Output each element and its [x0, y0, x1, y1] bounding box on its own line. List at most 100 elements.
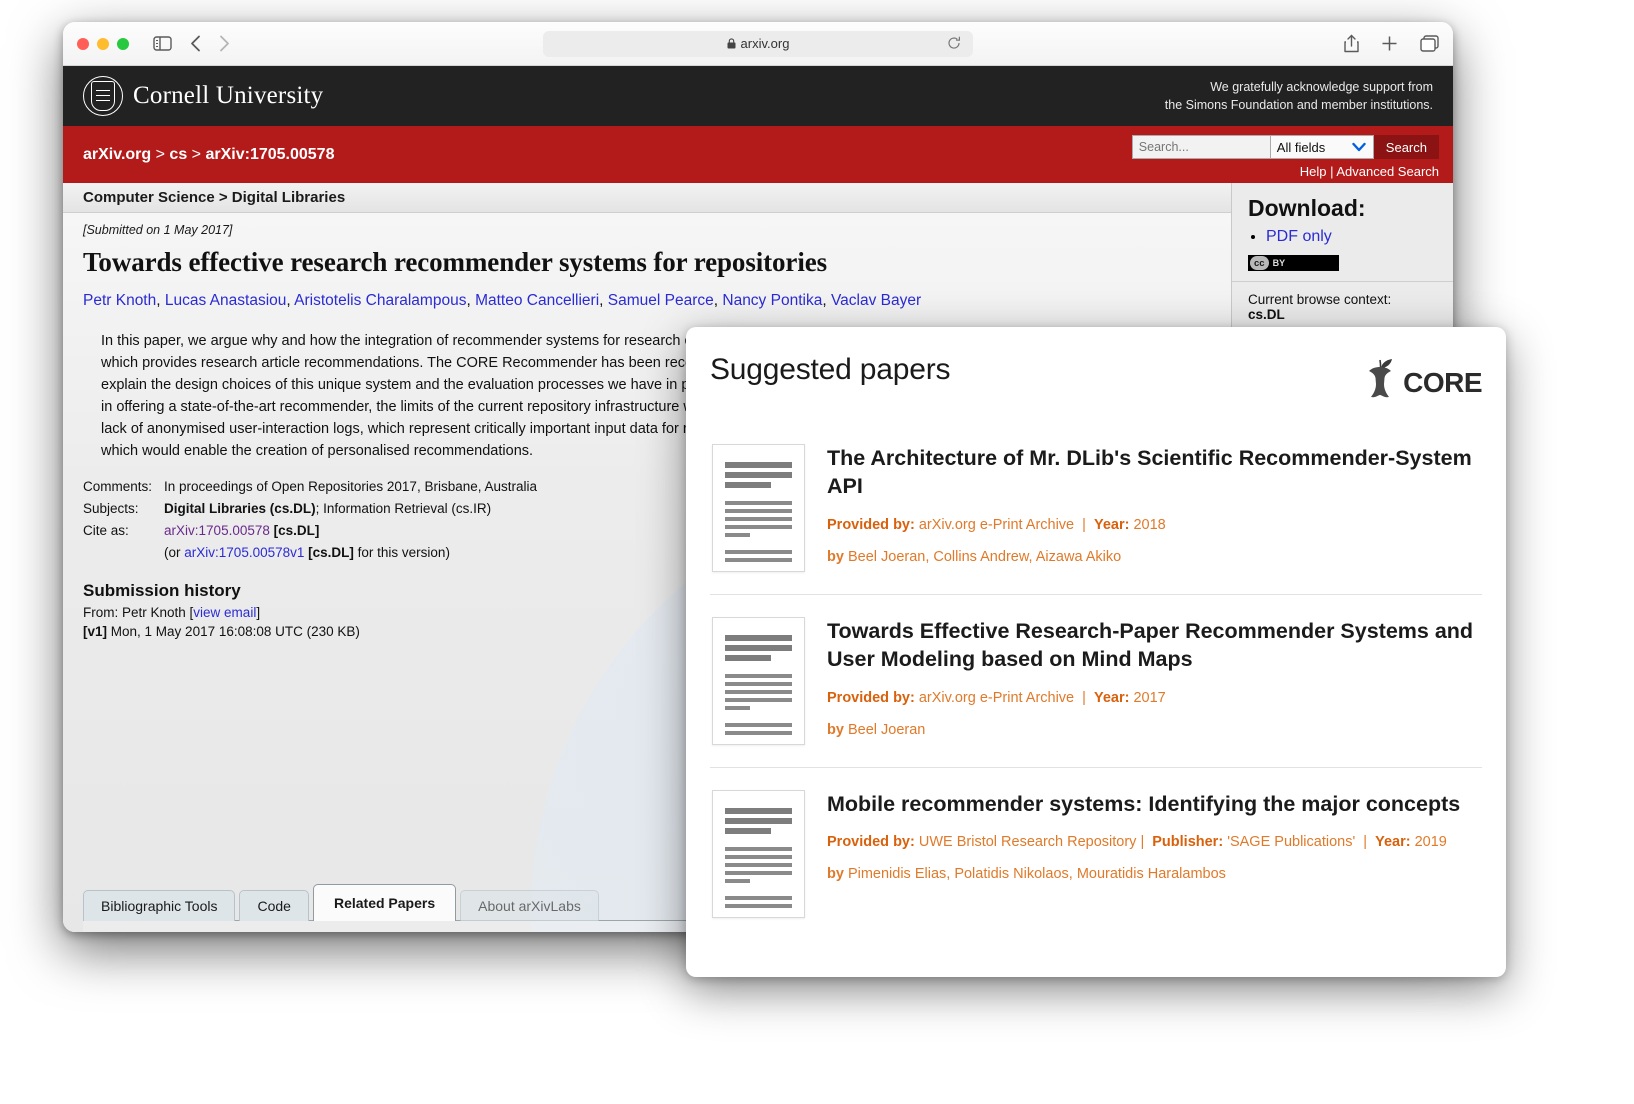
author-link[interactable]: Vaclav Bayer: [831, 292, 921, 309]
breadcrumb: arXiv.org > cs > arXiv:1705.00578: [83, 146, 334, 164]
search-button[interactable]: Search: [1373, 135, 1439, 159]
thumbnail-line: [725, 879, 751, 883]
comments-value: In proceedings of Open Repositories 2017…: [164, 479, 538, 495]
thumbnail-line: [725, 714, 792, 723]
page-title: Towards effective research recommender s…: [83, 247, 828, 277]
from-prefix: From: Petr Knoth [: [83, 604, 194, 620]
license-by-mark: BY: [1272, 258, 1286, 268]
suggested-paper-title[interactable]: The Architecture of Mr. DLib's Scientifi…: [827, 444, 1480, 501]
suggested-paper-authors: by Pimenidis Elias, Polatidis Nikolaos, …: [827, 866, 1480, 882]
provided-by-label: Provided by:: [827, 516, 915, 533]
thumbnail-line: [725, 706, 751, 710]
v1-tag: [v1]: [83, 623, 108, 639]
apple-core-icon: [1359, 357, 1401, 408]
lock-icon: [727, 38, 736, 49]
suggested-paper-item[interactable]: Mobile recommender systems: Identifying …: [710, 767, 1482, 940]
suggested-papers-list: The Architecture of Mr. DLib's Scientifi…: [710, 434, 1482, 940]
pdf-only-link[interactable]: PDF only: [1266, 228, 1332, 245]
author-link[interactable]: Matteo Cancellieri: [475, 292, 599, 309]
thumbnail-line: [725, 501, 792, 505]
authors-value: Beel Joeran, Collins Andrew, Aizawa Akik…: [847, 548, 1122, 565]
author-link[interactable]: Aristotelis Charalampous: [294, 292, 466, 309]
maximize-window-button[interactable]: [117, 37, 129, 50]
view-email-link[interactable]: view email: [193, 605, 256, 620]
cite-alt-category: [cs.DL]: [308, 544, 354, 560]
thumbnail-line: [725, 731, 792, 735]
suggested-paper-title[interactable]: Mobile recommender systems: Identifying …: [827, 790, 1480, 818]
thumbnail-line: [725, 904, 792, 908]
tab-about-arxivlabs[interactable]: About arXivLabs: [460, 890, 599, 921]
core-logo: CORE: [1359, 357, 1482, 408]
author-separator: ,: [466, 292, 476, 309]
author-link[interactable]: Nancy Pontika: [722, 292, 822, 309]
author-link[interactable]: Lucas Anastasiou: [165, 292, 287, 309]
subjects-primary: Digital Libraries (cs.DL): [164, 501, 316, 517]
tab-code[interactable]: Code: [239, 890, 309, 921]
provided-by-value: arXiv.org e-Print Archive: [918, 516, 1075, 533]
window-controls[interactable]: [77, 37, 129, 50]
close-window-button[interactable]: [77, 37, 89, 50]
cite-alt-value: (or arXiv:1705.00578v1 [cs.DL] for this …: [164, 542, 537, 564]
cite-alt-link[interactable]: arXiv:1705.00578v1: [184, 545, 304, 560]
suggested-paper-item[interactable]: The Architecture of Mr. DLib's Scientifi…: [710, 434, 1482, 594]
license-badge[interactable]: cc BY: [1248, 255, 1340, 271]
thumbnail-line: [725, 838, 792, 847]
author-link[interactable]: Samuel Pearce: [608, 292, 714, 309]
suggested-paper-body: The Architecture of Mr. DLib's Scientifi…: [827, 444, 1480, 572]
tab-bibliographic-tools[interactable]: Bibliographic Tools: [83, 890, 236, 921]
breadcrumb-separator-1: >: [155, 145, 170, 163]
forward-arrow-icon[interactable]: [219, 35, 230, 52]
paper-thumbnail-icon: [712, 617, 805, 745]
reload-icon[interactable]: [947, 36, 961, 55]
thumbnail-line: [725, 808, 792, 814]
thumbnail-line: [725, 635, 792, 641]
subjects-value: Digital Libraries (cs.DL); Information R…: [164, 498, 537, 520]
suggested-paper-title[interactable]: Towards Effective Research-Paper Recomme…: [827, 617, 1480, 674]
search-input[interactable]: [1131, 135, 1270, 159]
tab-overview-icon[interactable]: [1420, 35, 1439, 52]
thumbnail-line: [725, 690, 792, 694]
minimize-window-button[interactable]: [97, 37, 109, 50]
by-label: by: [827, 866, 844, 883]
cite-category: [cs.DL]: [273, 522, 320, 538]
back-arrow-icon[interactable]: [190, 35, 201, 52]
publisher-label: Publisher:: [1152, 834, 1224, 851]
comments-label: Comments:: [83, 479, 153, 495]
search-field-select[interactable]: All fields: [1269, 135, 1374, 159]
author-link[interactable]: Petr Knoth: [83, 292, 156, 309]
tab-related-papers[interactable]: Related Papers: [312, 884, 457, 921]
from-suffix: ]: [256, 604, 261, 620]
breadcrumb-site[interactable]: arXiv.org: [83, 146, 151, 163]
download-links: PDF only: [1266, 228, 1439, 246]
provided-by-label: Provided by:: [827, 689, 915, 706]
share-icon[interactable]: [1344, 34, 1359, 53]
sidebar-icon[interactable]: [153, 36, 172, 51]
by-label: by: [827, 721, 844, 738]
cornell-logo[interactable]: Cornell University: [83, 76, 323, 116]
thumbnail-line: [725, 896, 792, 900]
screenshot-canvas: arxiv.org Cornell University We grateful…: [0, 0, 1634, 1104]
thumbnail-line: [725, 682, 792, 686]
cornell-university-label: Cornell University: [133, 82, 324, 109]
search-help-links: Help | Advanced Search: [1132, 164, 1439, 179]
address-bar[interactable]: arxiv.org: [543, 30, 973, 57]
paper-thumbnail-icon: [712, 444, 805, 572]
suggested-paper-item[interactable]: Towards Effective Research-Paper Recomme…: [710, 594, 1482, 767]
arxiv-red-bar: arXiv.org > cs > arXiv:1705.00578 All fi…: [63, 126, 1453, 183]
download-heading: Download:: [1248, 195, 1366, 221]
author-separator: ,: [599, 292, 608, 309]
meta-separator: |: [1140, 834, 1145, 851]
thumbnail-line: [725, 462, 792, 468]
cite-id-link[interactable]: arXiv:1705.00578: [164, 523, 270, 538]
provided-by-value: UWE Bristol Research Repository: [918, 834, 1137, 851]
plus-icon[interactable]: [1381, 35, 1398, 52]
metadata-row-subjects: Subjects: Digital Libraries (cs.DL); Inf…: [83, 498, 537, 520]
advanced-search-link[interactable]: Advanced Search: [1336, 164, 1439, 179]
breadcrumb-archive[interactable]: cs: [169, 146, 187, 163]
search-area: All fields Search Help | Advanced Search: [1131, 135, 1439, 179]
meta-separator-2: |: [1082, 516, 1086, 533]
breadcrumb-paper-id: arXiv:1705.00578: [205, 145, 335, 163]
help-link[interactable]: Help: [1300, 164, 1327, 179]
ack-line-2: the Simons Foundation and member institu…: [1164, 98, 1433, 112]
thumbnail-line: [725, 863, 792, 867]
